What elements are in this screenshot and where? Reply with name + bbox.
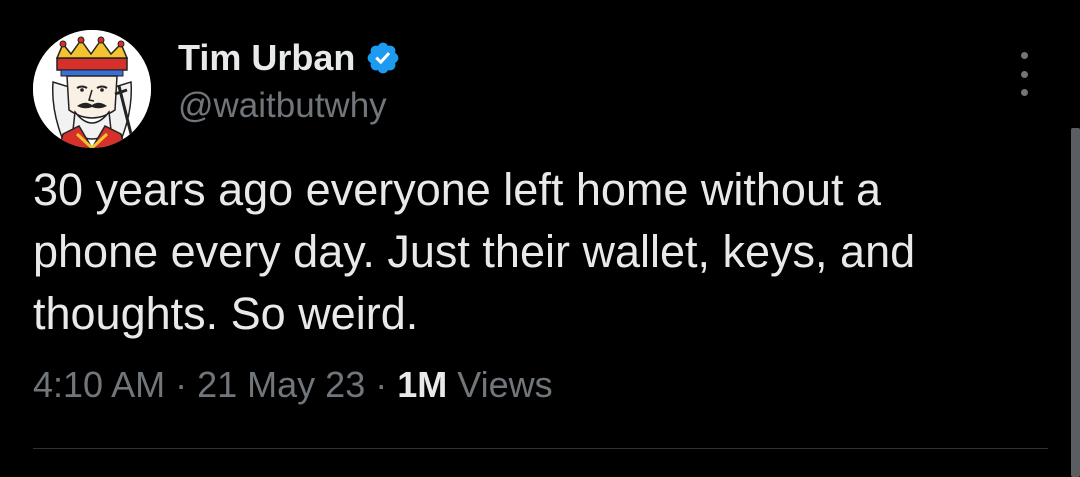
verified-badge-icon xyxy=(368,42,399,74)
dot xyxy=(1020,70,1028,78)
scrollbar[interactable] xyxy=(1071,128,1080,477)
king-card-avatar xyxy=(33,30,151,148)
tweet: Tim Urban @waitbutwhy 30 years ago every… xyxy=(0,0,1080,477)
author-handle[interactable]: @waitbutwhy xyxy=(178,86,387,126)
views-label: Views xyxy=(457,364,553,405)
author-display-name[interactable]: Tim Urban xyxy=(178,37,355,79)
author-name-row[interactable]: Tim Urban xyxy=(178,36,401,80)
dot xyxy=(1020,89,1028,96)
tweet-meta: 4:10 AM · 21 May 23 · 1M Views xyxy=(33,364,553,406)
views-count[interactable]: 1M xyxy=(397,364,447,405)
meta-separator: · xyxy=(375,364,388,405)
avatar[interactable] xyxy=(33,30,151,148)
tweet-date[interactable]: 21 May 23 xyxy=(197,364,365,405)
more-options-icon[interactable] xyxy=(1010,52,1038,96)
tweet-text: 30 years ago everyone left home without … xyxy=(33,164,916,339)
meta-separator: · xyxy=(175,364,188,405)
divider xyxy=(33,448,1048,449)
tweet-time[interactable]: 4:10 AM xyxy=(33,364,165,405)
dot xyxy=(1020,52,1028,59)
